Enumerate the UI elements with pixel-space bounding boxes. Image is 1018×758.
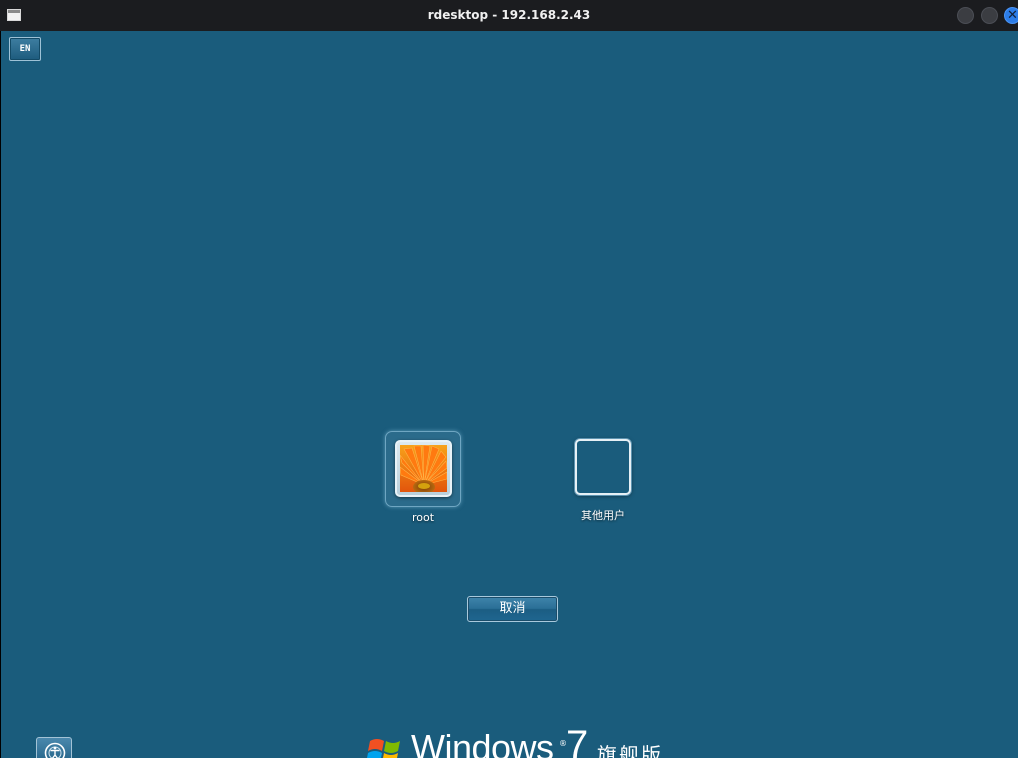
ease-of-access-icon [44, 742, 66, 758]
user-name-label: root [411, 511, 435, 524]
windows-version-number: 7 [566, 723, 589, 758]
orange-flower-photo-icon [400, 445, 447, 492]
blank-user-picture-frame [575, 439, 631, 495]
user-tile-highlight [385, 431, 461, 507]
ease-of-access-button[interactable] [36, 737, 72, 758]
windows-wordmark: Windows [411, 727, 554, 758]
maximize-button[interactable] [981, 7, 998, 24]
close-icon: ✕ [1007, 8, 1018, 23]
close-button[interactable]: ✕ [1004, 7, 1018, 24]
window-title: rdesktop - 192.168.2.43 [427, 8, 591, 22]
windows-7-branding: Windows ® 7 旗舰版 [367, 723, 687, 758]
minimize-button[interactable] [957, 7, 974, 24]
user-tile-root[interactable]: root [363, 431, 483, 524]
user-picture-frame [395, 440, 452, 497]
windows-flag-logo-icon [367, 739, 400, 758]
windows-edition-label: 旗舰版 [597, 743, 663, 758]
window-titlebar: rdesktop - 192.168.2.43 ✕ [0, 0, 1018, 31]
cancel-button[interactable]: 取消 [467, 596, 558, 622]
user-tile-other-user[interactable]: 其他用户 [543, 439, 663, 523]
remote-desktop-area: EN root 其他用户 取消 Windows ® 7 旗舰版 [1, 31, 1018, 758]
user-name-label: 其他用户 [581, 509, 625, 522]
language-bar-button[interactable]: EN [9, 37, 41, 61]
